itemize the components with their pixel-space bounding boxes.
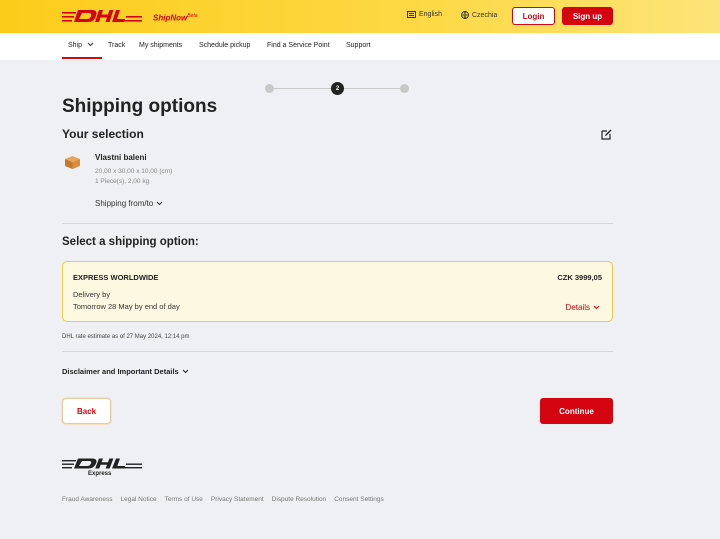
footer-link-fraud-awareness[interactable]: Fraud Awareness (62, 496, 112, 503)
option-price: CZK 3999,05 (557, 273, 602, 282)
footer-link-dispute-resolution[interactable]: Dispute Resolution (272, 496, 327, 503)
footer-link-legal-notice[interactable]: Legal Notice (120, 496, 156, 503)
step-3-dot (400, 84, 409, 93)
nav-item-support[interactable]: Support (346, 42, 371, 49)
option-name: EXPRESS WORLDWIDE (73, 273, 159, 282)
nav-item-find-service-point[interactable]: Find a Service Point (267, 42, 330, 49)
footer-link-privacy-statement[interactable]: Privacy Statement (211, 496, 264, 503)
nav-active-indicator (62, 57, 102, 59)
chevron-down-icon (156, 201, 163, 206)
dhl-footer-logo[interactable] (62, 457, 142, 470)
language-selector[interactable]: English (407, 11, 442, 18)
language-icon (407, 11, 416, 18)
globe-icon (461, 11, 469, 19)
login-button[interactable]: Login (512, 7, 555, 25)
rate-estimate-note: DHL rate estimate as of 27 May 2024, 12:… (62, 334, 190, 340)
brand-beta: Beta (187, 13, 198, 19)
divider (62, 223, 613, 224)
page-title: Shipping options (62, 96, 218, 117)
nav-item-ship[interactable]: Ship (68, 42, 94, 49)
nav-item-schedule-pickup[interactable]: Schedule pickup (199, 42, 250, 49)
chevron-down-icon (182, 369, 189, 374)
brand-name: ShipNow (153, 13, 188, 23)
footer-links: Fraud Awareness Legal Notice Terms of Us… (62, 496, 384, 503)
stepper-line (344, 88, 405, 89)
footer-express-label: Express (88, 471, 112, 477)
footer-link-terms-of-use[interactable]: Terms of Use (165, 496, 203, 503)
chevron-down-icon (87, 42, 94, 47)
main-nav: Ship Track My shipments Schedule pickup … (0, 33, 720, 60)
shipping-from-to-label: Shipping from/to (95, 199, 154, 208)
step-1-dot (265, 84, 274, 93)
edit-icon[interactable] (600, 128, 613, 141)
step-2-active: 2 (331, 82, 344, 95)
back-button[interactable]: Back (62, 398, 111, 424)
nav-item-my-shipments[interactable]: My shipments (139, 42, 182, 49)
chevron-down-icon (593, 305, 600, 310)
shipping-from-to-toggle[interactable]: Shipping from/to (95, 199, 163, 208)
disclaimer-toggle[interactable]: Disclaimer and Important Details (62, 367, 189, 376)
package-name: Vlastni baleni (95, 153, 147, 162)
package-box-icon (65, 156, 80, 169)
top-bar: ShipNowBeta English Czechia Login Sign u… (0, 0, 720, 33)
disclaimer-label: Disclaimer and Important Details (62, 367, 179, 376)
nav-item-track[interactable]: Track (108, 42, 125, 49)
selection-title: Your selection (62, 127, 144, 141)
country-label: Czechia (472, 11, 498, 19)
divider (62, 351, 613, 352)
package-pieces: 1 Piece(s), 2,00 kg (95, 178, 150, 185)
country-selector[interactable]: Czechia (461, 11, 497, 19)
signup-button[interactable]: Sign up (562, 7, 613, 25)
option-delivery-date: Tomorrow 28 May by end of day (73, 302, 180, 311)
option-delivery-label: Delivery by (73, 290, 111, 299)
shipping-option-card[interactable]: EXPRESS WORLDWIDE CZK 3999,05 Delivery b… (62, 261, 613, 322)
language-label: English (419, 11, 442, 18)
dhl-logo[interactable] (62, 8, 142, 24)
option-details-toggle[interactable]: Details (566, 303, 600, 312)
footer-link-consent-settings[interactable]: Consent Settings (334, 496, 384, 503)
option-details-label: Details (565, 303, 590, 312)
shipping-option-title: Select a shipping option: (62, 236, 199, 248)
package-dimensions: 20,00 x 30,00 x 10,00 (cm) (95, 168, 173, 175)
continue-button[interactable]: Continue (540, 398, 613, 424)
stepper-line (270, 88, 332, 89)
nav-item-ship-label: Ship (68, 42, 83, 49)
shipnow-brand: ShipNowBeta (153, 13, 198, 23)
